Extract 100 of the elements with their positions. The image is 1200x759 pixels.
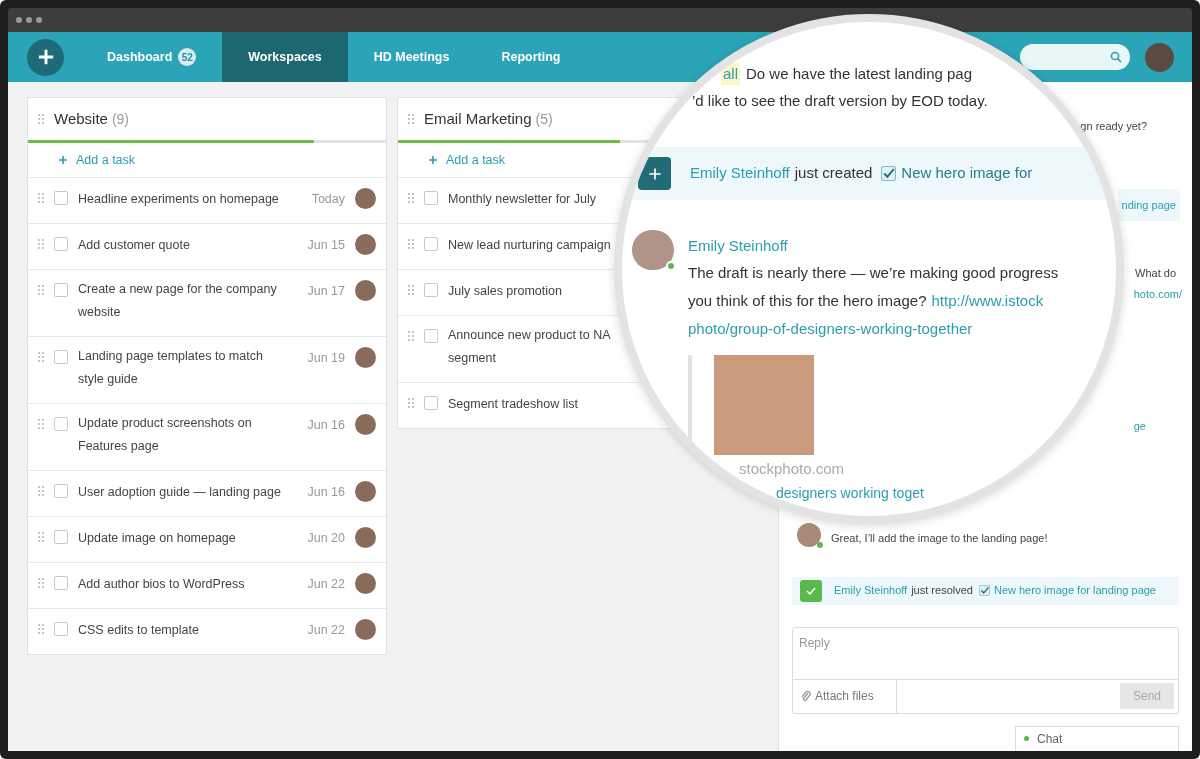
drag-handle-icon[interactable]: [38, 578, 44, 588]
preview-title[interactable]: designers working toget: [776, 483, 924, 503]
task-checkbox[interactable]: [424, 237, 438, 251]
drag-handle-icon[interactable]: [408, 331, 414, 341]
task-checkbox[interactable]: [54, 622, 68, 636]
due-date: Jun 16: [307, 484, 345, 501]
user-avatar[interactable]: [1145, 42, 1174, 72]
drag-handle-icon[interactable]: [408, 193, 414, 203]
drag-handle-icon[interactable]: [38, 239, 44, 249]
task-checkbox[interactable]: [424, 396, 438, 410]
message-text: Great, I’ll add the image to the landing page!: [831, 531, 1048, 546]
drag-handle-icon[interactable]: [38, 486, 44, 496]
task-checkbox[interactable]: [424, 191, 438, 205]
task-checkbox[interactable]: [54, 484, 68, 498]
task-checkbox[interactable]: [54, 576, 68, 590]
link-text[interactable]: photo/group-of-designers-working-together: [688, 315, 973, 343]
drag-handle-icon[interactable]: [408, 285, 414, 295]
task-title[interactable]: Create a new page for the company website: [78, 278, 283, 324]
plus-square-icon: [638, 157, 671, 190]
checkbox-icon: [978, 585, 990, 597]
avatar: [355, 188, 376, 209]
task-checkbox[interactable]: [54, 237, 68, 251]
message-text: What do: [1135, 266, 1176, 281]
link-text[interactable]: http://www.istock: [931, 287, 1044, 315]
attach-files-button[interactable]: Attach files: [793, 679, 897, 713]
task-checkbox[interactable]: [54, 530, 68, 544]
task-checkbox[interactable]: [54, 283, 68, 297]
due-date: Today: [311, 191, 345, 208]
reply-field[interactable]: Reply: [792, 626, 1179, 680]
due-date: Jun 16: [307, 417, 345, 434]
drag-handle-icon[interactable]: [38, 193, 44, 203]
message-text: you think of this for the hero image?: [688, 291, 927, 311]
add-task-button[interactable]: Add a task: [28, 143, 136, 177]
drag-handle-icon[interactable]: [38, 352, 44, 362]
column-count: (9): [111, 109, 130, 129]
preview-source: stockphoto.com: [739, 459, 845, 479]
due-date: Jun 22: [307, 576, 345, 593]
checkbox-icon: [881, 166, 897, 181]
drag-handle-icon[interactable]: [408, 114, 414, 124]
avatar: [355, 347, 376, 368]
count-badge: 52: [178, 48, 197, 66]
task-title[interactable]: Update product screenshots on Features page: [78, 412, 283, 458]
column-count: (5): [535, 109, 553, 129]
check-square-icon: [800, 579, 822, 602]
drag-handle-icon[interactable]: [408, 398, 414, 408]
task-title[interactable]: Headline experiments on homepage: [78, 188, 279, 211]
event-text: just resolved: [911, 583, 973, 599]
drag-handle-icon[interactable]: [38, 285, 44, 295]
avatar: [355, 573, 376, 594]
task-checkbox[interactable]: [54, 350, 68, 364]
chat-tab[interactable]: Chat: [1015, 725, 1179, 751]
due-date: Jun 17: [307, 283, 345, 300]
drag-handle-icon[interactable]: [38, 114, 44, 124]
add-task-button[interactable]: Add a task: [398, 143, 506, 177]
task-checkbox[interactable]: [54, 191, 68, 205]
column-title: Email Marketing: [424, 108, 532, 129]
task-link[interactable]: New hero image for: [901, 162, 1033, 185]
user-link[interactable]: Emily Steinhoff: [690, 162, 790, 185]
due-date: Jun 20: [307, 530, 345, 547]
drag-handle-icon[interactable]: [38, 532, 44, 542]
mention-tag[interactable]: all: [721, 62, 740, 86]
nav-tab[interactable]: Dashboard 52: [81, 32, 223, 82]
user-name[interactable]: Emily Steinhoff: [688, 233, 788, 259]
nav-tab[interactable]: Workspaces: [222, 32, 348, 82]
task-checkbox[interactable]: [424, 329, 438, 343]
create-button[interactable]: [27, 38, 64, 76]
avatar: [355, 481, 376, 502]
link-text[interactable]: hoto.com/: [1133, 285, 1182, 302]
plus-icon: [58, 155, 68, 165]
due-date: Jun 15: [307, 237, 345, 254]
message-text: ’d like to see the draft version by EOD today.: [691, 91, 989, 110]
task-title[interactable]: User adoption guide — landing page: [78, 481, 281, 504]
due-date: Jun 19: [307, 350, 345, 367]
task-title[interactable]: Update image on homepage: [78, 527, 236, 550]
task-title[interactable]: New lead nurturing campaign: [448, 234, 611, 257]
column-title: Website: [54, 108, 108, 129]
drag-handle-icon[interactable]: [38, 624, 44, 634]
avatar: [355, 414, 376, 435]
task-title[interactable]: Landing page templates to match style guide: [78, 345, 283, 391]
drag-handle-icon[interactable]: [408, 239, 414, 249]
task-title[interactable]: Add customer quote: [78, 234, 190, 257]
user-link[interactable]: Emily Steinhoff: [834, 582, 908, 599]
task-title[interactable]: CSS edits to template: [78, 619, 199, 642]
drag-handle-icon[interactable]: [38, 419, 44, 429]
task-title[interactable]: July sales promotion: [448, 280, 562, 303]
nav-tab[interactable]: Reporting: [475, 32, 587, 82]
task-title[interactable]: Announce new product to NA segment: [448, 324, 616, 370]
task-checkbox[interactable]: [54, 417, 68, 431]
task-checkbox[interactable]: [424, 283, 438, 297]
plus-icon: [36, 48, 55, 66]
nav-tab[interactable]: HD Meetings: [347, 32, 476, 82]
search-field[interactable]: [1020, 44, 1130, 70]
link-text[interactable]: ge: [1133, 418, 1146, 435]
task-title[interactable]: Add author bios to WordPress: [78, 573, 245, 596]
task-title[interactable]: Segment tradeshow list: [448, 393, 578, 416]
avatar: [355, 527, 376, 548]
task-title[interactable]: Monthly newsletter for July: [448, 188, 596, 211]
search-icon: [1110, 51, 1122, 63]
task-link[interactable]: New hero image for landing page: [993, 582, 1156, 599]
message-text: The draft is nearly there — we’re making good progress: [688, 263, 1059, 283]
